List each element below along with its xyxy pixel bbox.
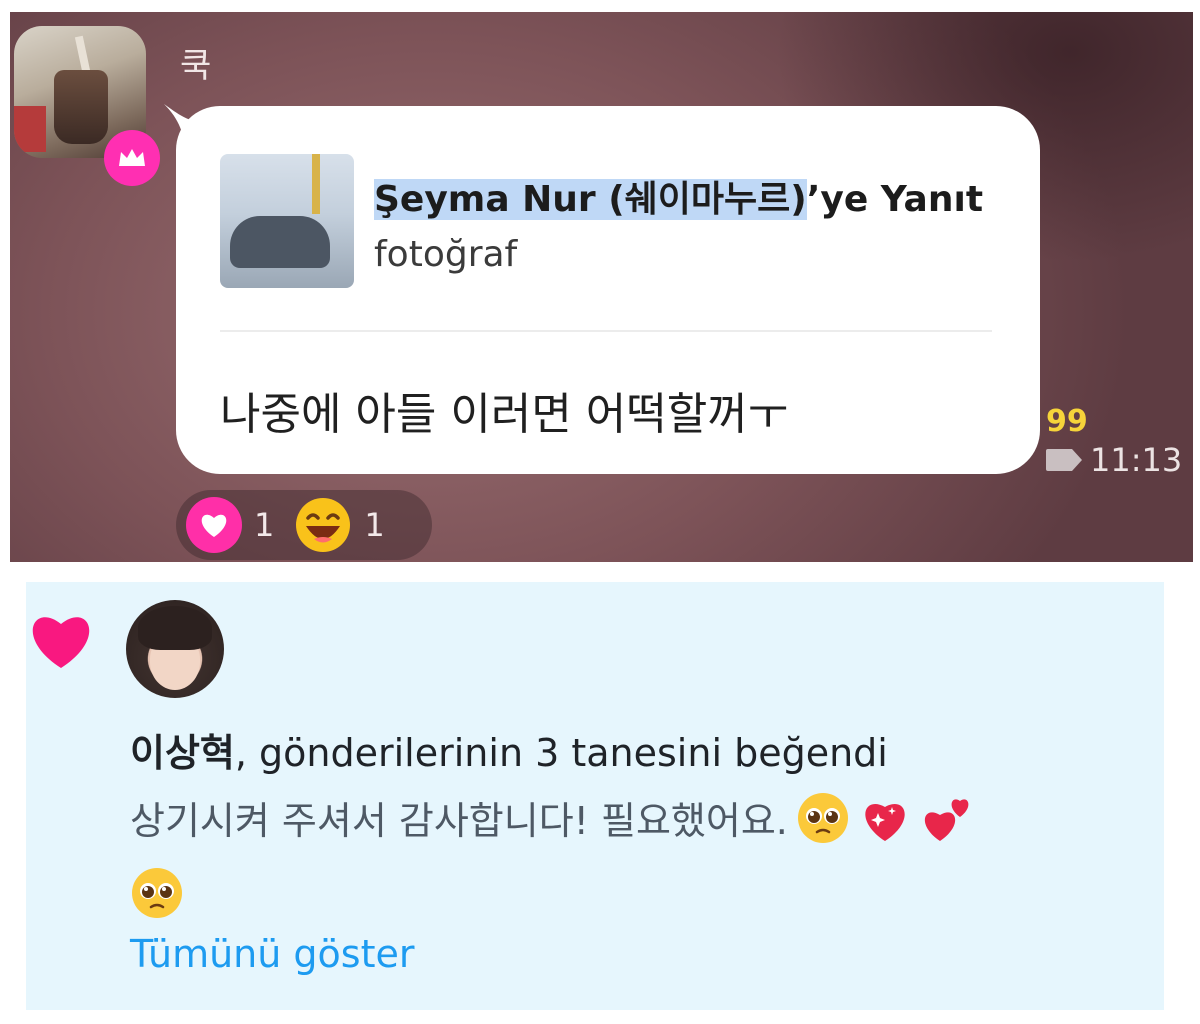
pleading-face-icon bbox=[132, 868, 182, 918]
message-time: 11:13 bbox=[1090, 441, 1183, 479]
heart-icon[interactable] bbox=[186, 497, 242, 553]
notification-body-continued bbox=[130, 866, 184, 920]
reply-target-name: Şeyma Nur (쉐이마누르) bbox=[374, 179, 807, 220]
message-text: 나중에 아들 이러면 어떡할꺼ㅜ bbox=[220, 389, 789, 440]
chat-message-panel: 쿡 Şeyma Nur (쉐이마누르)’ye Yanıt fotoğraf 나중… bbox=[10, 12, 1193, 562]
notification-summary: 이상혁, gönderilerinin 3 tanesini beğendi bbox=[130, 722, 888, 777]
two-hearts-icon bbox=[924, 798, 969, 841]
heart-reaction-count: 1 bbox=[254, 506, 275, 544]
pleading-face-icon bbox=[797, 792, 848, 843]
reply-title[interactable]: Şeyma Nur (쉐이마누르)’ye Yanıt bbox=[374, 170, 983, 222]
reply-photo-thumbnail[interactable] bbox=[220, 154, 354, 288]
laughing-face-icon[interactable] bbox=[294, 496, 352, 554]
reply-title-suffix: ’ye Yanıt bbox=[806, 179, 984, 220]
sender-name[interactable]: 쿡 bbox=[180, 38, 211, 87]
unread-count: 99 bbox=[1046, 404, 1088, 439]
show-more-link[interactable]: Tümünü göster bbox=[130, 932, 415, 976]
sparkling-heart-icon bbox=[865, 803, 905, 841]
like-notification[interactable]: 이상혁, gönderilerinin 3 tanesini beğendi 상… bbox=[26, 582, 1164, 1010]
body-text: 상기시켜 주셔서 감사합니다! 필요했어요. bbox=[130, 799, 788, 843]
laugh-reaction-count: 1 bbox=[364, 506, 385, 544]
user-avatar[interactable] bbox=[126, 600, 224, 698]
message-bubble[interactable]: Şeyma Nur (쉐이마누르)’ye Yanıt fotoğraf 나중에 … bbox=[176, 106, 1040, 474]
reply-subtitle: fotoğraf bbox=[374, 234, 518, 275]
tag-icon bbox=[1046, 449, 1082, 471]
action-text: , gönderilerinin 3 tanesini beğendi bbox=[234, 731, 888, 775]
divider bbox=[220, 330, 992, 332]
user-name[interactable]: 이상혁 bbox=[130, 731, 235, 775]
crown-icon bbox=[104, 130, 160, 186]
heart-icon bbox=[32, 617, 90, 668]
notification-body: 상기시켜 주셔서 감사합니다! 필요했어요. bbox=[130, 790, 974, 845]
message-meta: 11:13 bbox=[1044, 440, 1182, 480]
reactions-bar[interactable]: 1 1 bbox=[176, 490, 432, 560]
